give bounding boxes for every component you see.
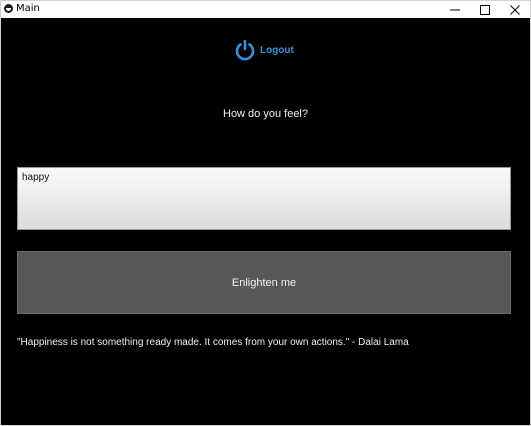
minimize-button[interactable] <box>440 1 470 18</box>
quote-text: "Happiness is not something ready made. … <box>17 337 409 348</box>
logout-button[interactable]: Logout <box>234 38 294 62</box>
kivy-icon <box>4 4 13 13</box>
maximize-button[interactable] <box>470 1 500 18</box>
minimize-icon <box>450 9 460 10</box>
enlighten-button-label: Enlighten me <box>231 276 297 289</box>
title-bar[interactable]: Main <box>1 1 530 18</box>
window-title: Main <box>16 3 40 14</box>
maximize-icon <box>480 4 490 15</box>
power-icon <box>235 39 255 61</box>
logout-label: Logout <box>260 44 294 56</box>
app-window: Main Logout How do you feel? happy Enlig… <box>0 0 531 426</box>
close-button[interactable] <box>500 1 530 18</box>
feeling-input[interactable] <box>17 167 511 230</box>
enlighten-button[interactable]: Enlighten me <box>17 251 511 314</box>
main-content: Logout How do you feel? Enlighten me "Ha… <box>1 18 530 425</box>
prompt-label: How do you feel? <box>223 108 308 120</box>
close-icon <box>510 4 520 15</box>
